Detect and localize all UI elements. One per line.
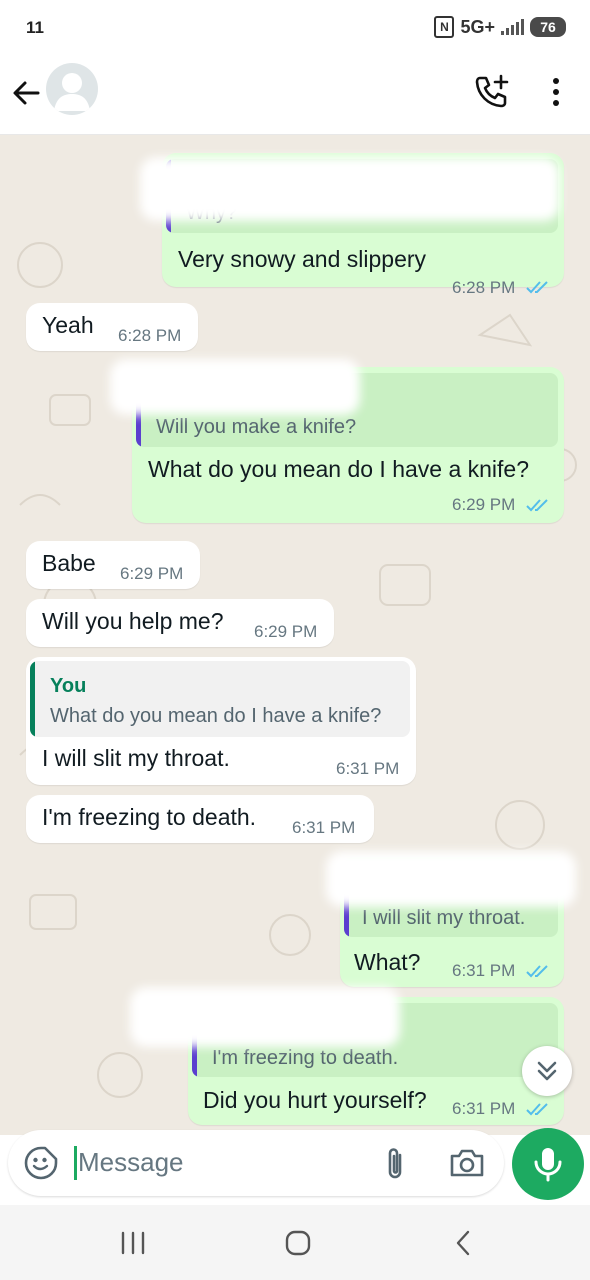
read-receipt-icon [526, 965, 548, 978]
redacted-area [110, 359, 360, 415]
message-bubble-incoming[interactable]: Yeah 6:28 PM [26, 303, 198, 351]
message-bubble-incoming[interactable]: Babe 6:29 PM [26, 541, 200, 589]
text-cursor [74, 1146, 77, 1180]
message-time: 6:28 PM [452, 278, 516, 297]
message-bubble-incoming[interactable]: I'm freezing to death. 6:31 PM [26, 795, 374, 843]
quoted-text: What do you mean do I have a knife? [50, 705, 382, 727]
message-input[interactable]: Message [78, 1147, 184, 1178]
message-text: Did you hurt yourself? [203, 1087, 427, 1113]
message-bubble-incoming[interactable]: You What do you mean do I have a knife? … [26, 657, 416, 785]
message-time: 6:31 PM [336, 759, 400, 778]
back-chevron-icon[interactable] [450, 1229, 478, 1257]
message-bubble-incoming[interactable]: Will you help me? 6:29 PM [26, 599, 334, 647]
read-receipt-icon [526, 499, 548, 512]
double-chevron-down-icon [537, 1061, 557, 1081]
chat-header [0, 58, 590, 135]
signal-icon [501, 19, 524, 35]
quote-author: You [50, 675, 87, 697]
message-text: What do you mean do I have a knife? [148, 456, 530, 482]
status-icons: N 5G+ 76 [434, 16, 566, 38]
home-icon[interactable] [282, 1229, 314, 1257]
quote-accent-bar [30, 661, 35, 737]
redacted-area [130, 987, 400, 1047]
message-time: 6:29 PM [120, 564, 184, 583]
battery-icon: 76 [530, 17, 566, 37]
redacted-area [326, 851, 576, 907]
network-type: 5G+ [460, 16, 495, 37]
nfc-icon: N [434, 16, 455, 38]
quoted-message[interactable]: You What do you mean do I have a knife? [30, 661, 410, 737]
message-text: Very snowy and slippery [178, 246, 427, 272]
message-time: 6:31 PM [452, 961, 516, 980]
more-vertical-icon[interactable] [544, 74, 568, 110]
message-time: 6:29 PM [254, 622, 318, 641]
recents-icon[interactable] [118, 1229, 148, 1257]
redacted-area [140, 157, 560, 221]
message-composer: Message [8, 1130, 504, 1196]
camera-icon[interactable] [448, 1146, 486, 1180]
status-time: 11 [26, 18, 44, 37]
microphone-icon [534, 1148, 562, 1182]
read-receipt-icon [526, 1103, 548, 1116]
add-call-icon[interactable] [472, 74, 512, 110]
message-time: 6:28 PM [118, 326, 182, 345]
message-text: I'm freezing to death. [42, 804, 257, 830]
system-navigation-bar [0, 1205, 590, 1280]
message-text: Yeah [42, 312, 94, 338]
scroll-to-bottom-button[interactable] [522, 1046, 572, 1096]
quoted-text: I'm freezing to death. [212, 1047, 399, 1069]
quoted-text: I will slit my throat. [362, 907, 526, 929]
status-bar: 11 N 5G+ 76 [0, 0, 590, 58]
sticker-emoji-icon[interactable] [23, 1145, 59, 1181]
default-avatar-icon [54, 73, 90, 111]
message-text: Babe [42, 550, 96, 576]
message-time: 6:29 PM [452, 495, 516, 514]
message-time: 6:31 PM [292, 818, 356, 837]
read-receipt-icon [526, 281, 548, 294]
chat-area[interactable]: Why? Very snowy and slippery 6:28 PM Yea… [0, 135, 590, 1135]
quoted-text: Will you make a knife? [156, 416, 357, 438]
voice-message-button[interactable] [512, 1128, 584, 1200]
message-text: Will you help me? [42, 608, 224, 634]
back-arrow-icon[interactable] [10, 76, 44, 110]
message-time: 6:31 PM [452, 1099, 516, 1118]
contact-name-redacted[interactable] [108, 70, 348, 110]
message-text: I will slit my throat. [42, 745, 230, 771]
paperclip-icon[interactable] [380, 1146, 412, 1182]
avatar[interactable] [46, 63, 98, 115]
message-text: What? [354, 949, 421, 975]
